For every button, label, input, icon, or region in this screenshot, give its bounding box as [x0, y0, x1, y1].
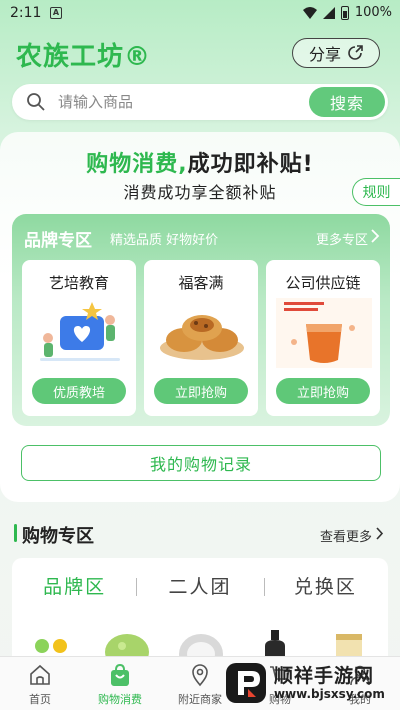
share-label: 分享 [308, 45, 341, 64]
watermark-name: 顺祥手游网 [274, 665, 375, 687]
nav-label: 购物消费 [98, 693, 142, 706]
status-time: 2:11 [10, 5, 42, 21]
rules-button[interactable]: 规则 [352, 178, 400, 206]
watermark-logo-icon [226, 663, 266, 703]
shopping-section-title: 购物专区 [22, 526, 94, 547]
search-input[interactable] [58, 84, 298, 120]
shopping-more-link[interactable]: 查看更多 [320, 526, 372, 545]
status-right-group: 100% [302, 5, 392, 20]
promo-headline-green: 购物消费, [86, 152, 188, 177]
my-shopping-records-button[interactable]: 我的购物记录 [21, 445, 381, 481]
status-bar: 2:11 A 100% [0, 0, 400, 28]
brand-items: 艺培教育 优质教培 福客满 立即抢购 公司供应链 立即抢购 [22, 260, 380, 416]
brand-item-name: 公司供应链 [285, 274, 361, 292]
tab-exchange[interactable]: 兑换区 [263, 572, 388, 602]
nav-item-shopping[interactable]: 购物消费 [80, 657, 160, 710]
tab-divider [136, 578, 137, 596]
battery-level: 100% [354, 5, 392, 20]
chevron-right-icon [371, 229, 380, 243]
promo-headline: 购物消费,成功即补贴! [0, 146, 400, 178]
promo-subtitle: 消费成功享全额补贴 [123, 183, 277, 202]
watermark-text: 顺祥手游网 www.bjsxsy.com [274, 665, 385, 701]
share-icon [348, 45, 363, 60]
drink-illustration-icon [276, 298, 372, 368]
wifi-icon [302, 6, 317, 19]
shopping-bag-icon [111, 663, 129, 686]
brand-item-fukeman[interactable]: 福客满 立即抢购 [144, 260, 258, 416]
brand-zone-more-link[interactable]: 更多专区 [316, 229, 368, 248]
nav-label: 首页 [29, 693, 51, 706]
tab-divider [264, 578, 265, 596]
brand-item-supply-chain[interactable]: 公司供应链 立即抢购 [266, 260, 380, 416]
brand-item-name: 艺培教育 [48, 274, 109, 292]
search-button[interactable]: 搜索 [309, 87, 385, 117]
promo-card: 购物消费,成功即补贴! 消费成功享全额补贴 规则 品牌专区 精选品质 好物好价 … [0, 132, 400, 502]
brand-item-button[interactable]: 立即抢购 [276, 378, 370, 404]
watermark-url: www.bjsxsy.com [274, 687, 385, 701]
nav-item-home[interactable]: 首页 [0, 657, 80, 710]
signal-icon [322, 6, 335, 19]
section-accent-bar [14, 524, 17, 542]
location-pin-icon [192, 664, 208, 687]
education-illustration-icon [40, 302, 120, 361]
brand-zone-title: 品牌专区 [24, 231, 92, 251]
pastry-illustration-icon [160, 315, 244, 360]
brand-item-button[interactable]: 立即抢购 [154, 378, 248, 404]
brand-zone: 品牌专区 精选品质 好物好价 更多专区 艺培教育 优质教培 福客满 立即抢购 公… [12, 214, 390, 426]
search-bar: 搜索 [12, 84, 388, 120]
brand-item-name: 福客满 [178, 274, 224, 292]
brand-item-button[interactable]: 优质教培 [32, 378, 126, 404]
tab-group-buy[interactable]: 二人团 [137, 572, 262, 602]
search-icon [27, 93, 45, 111]
shopping-tabs: 品牌区 二人团 兑换区 [12, 572, 388, 602]
brand-title: 农族工坊® [16, 42, 152, 72]
tab-brand-zone[interactable]: 品牌区 [12, 572, 137, 602]
promo-headline-rest: 成功即补贴! [187, 152, 314, 177]
share-button[interactable]: 分享 [292, 38, 380, 68]
brand-item-yipei[interactable]: 艺培教育 优质教培 [22, 260, 136, 416]
brand-zone-tagline: 精选品质 好物好价 [110, 233, 219, 248]
battery-icon [340, 5, 349, 20]
home-icon [30, 664, 50, 685]
watermark: 顺祥手游网 www.bjsxsy.com [218, 656, 400, 710]
chevron-right-icon [376, 527, 384, 540]
notification-icon: A [50, 7, 62, 19]
